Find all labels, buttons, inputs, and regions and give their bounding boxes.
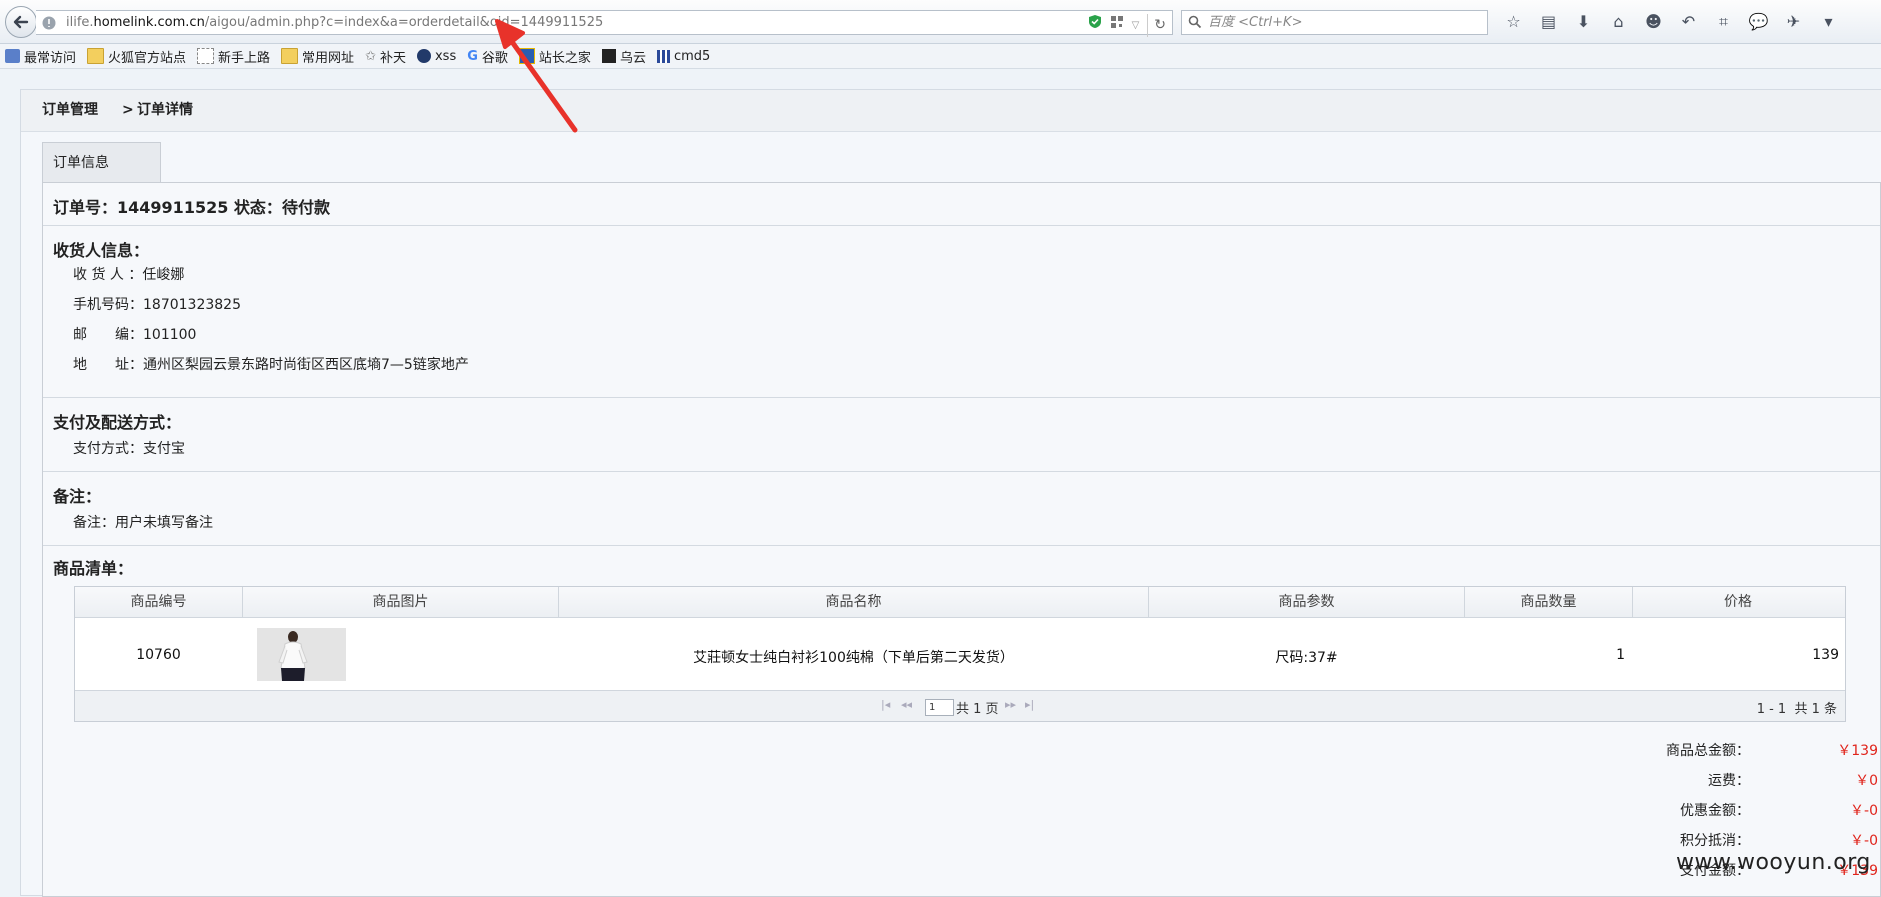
page-input[interactable]: 1: [925, 699, 954, 716]
remark-section: 备注： 备注：用户未填写备注: [43, 472, 1880, 546]
search-input[interactable]: 百度 <Ctrl+K>: [1181, 10, 1488, 35]
remark-heading: 备注：: [53, 487, 102, 506]
shield-icon[interactable]: [1088, 14, 1102, 37]
bookmark-common-sites[interactable]: 常用网址: [281, 47, 354, 66]
row-product-id: 10760: [136, 647, 181, 663]
receiver-heading: 收货人信息：: [53, 241, 150, 260]
qrcode-icon[interactable]: [1110, 14, 1124, 37]
receiver-section: 收货人信息： 收 货 人 ：任峻娜 手机号码：18701323825 邮 编：1…: [43, 226, 1880, 398]
col-price[interactable]: 价格: [1633, 587, 1843, 617]
shipping-label: 运费：: [1708, 773, 1750, 789]
reload-icon[interactable]: ↻: [1147, 14, 1166, 37]
payment-method: 支付方式：支付宝: [73, 441, 185, 457]
discount-value: ￥-0: [1850, 803, 1878, 819]
undo-icon[interactable]: ↶: [1671, 10, 1706, 33]
wooyun-logo-icon: [601, 49, 616, 63]
back-arrow-icon: [13, 15, 29, 29]
star-icon[interactable]: ☆: [1496, 10, 1531, 33]
col-product-id[interactable]: 商品编号: [75, 587, 243, 617]
row-product-price: 139: [1812, 647, 1839, 663]
chinaz-logo-icon: [518, 48, 535, 64]
shipping-value: ￥0: [1855, 773, 1878, 789]
table-pager: |◂ ◂◂ 1 共 1 页 ▸▸ ▸| 1 - 1 共 1 条: [75, 690, 1845, 721]
bookmark-firefox[interactable]: 火狐官方站点: [87, 47, 186, 66]
subtotal-label: 商品总金额：: [1666, 743, 1750, 759]
bookmark-most-visited[interactable]: 最常访问: [5, 47, 76, 66]
col-product-qty[interactable]: 商品数量: [1465, 587, 1633, 617]
bookmark-getting-started[interactable]: 新手上路: [197, 47, 270, 66]
col-product-param[interactable]: 商品参数: [1149, 587, 1465, 617]
last-page-icon[interactable]: ▸|: [1025, 698, 1034, 711]
products-heading: 商品清单：: [53, 559, 134, 578]
order-info-panel: 订单号：1449911525 状态：待付款 收货人信息： 收 货 人 ：任峻娜 …: [42, 182, 1881, 897]
next-page-icon[interactable]: ▸▸: [1005, 698, 1016, 711]
reading-list-icon[interactable]: ▤: [1531, 10, 1566, 33]
bookmark-butian[interactable]: ✩ 补天: [365, 47, 406, 66]
search-icon: [1188, 15, 1202, 29]
address-bar[interactable]: ilife.homelink.com.cn/aigou/admin.php?c=…: [36, 10, 1173, 37]
download-icon[interactable]: ⬇: [1566, 10, 1601, 33]
chat-icon[interactable]: ☻: [1636, 10, 1671, 33]
points-label: 积分抵消：: [1680, 833, 1750, 849]
row-product-param: 尺码:37#: [1275, 650, 1338, 666]
bookmark-wooyun[interactable]: 乌云: [601, 47, 646, 66]
crop-icon[interactable]: ⌗: [1706, 10, 1741, 33]
breadcrumb-current: 订单详情: [137, 102, 193, 118]
subtotal-value: ￥139: [1837, 743, 1878, 759]
table-header: 商品编号 商品图片 商品名称 商品参数 商品数量 价格: [75, 587, 1845, 618]
dropdown-arrow-icon[interactable]: ▽: [1132, 14, 1140, 37]
home-icon[interactable]: ⌂: [1601, 10, 1636, 33]
row-product-name: 艾莊顿女士纯白衬衫100纯棉（下单后第二天发货）: [693, 650, 1014, 666]
receiver-phone: 手机号码：18701323825: [73, 297, 241, 313]
payment-section: 支付及配送方式： 支付方式：支付宝: [43, 398, 1880, 472]
first-page-icon[interactable]: |◂: [881, 698, 890, 711]
folder-icon: [87, 48, 105, 64]
remark-text: 备注：用户未填写备注: [73, 515, 213, 531]
discount-label: 优惠金额：: [1680, 803, 1750, 819]
star-outline-icon: ✩: [365, 48, 376, 64]
pager-range: 1 - 1 共 1 条: [1756, 702, 1837, 717]
order-header-section: 订单号：1449911525 状态：待付款: [43, 183, 1880, 226]
comment-icon[interactable]: 💬: [1741, 10, 1776, 33]
product-photo-image: [257, 628, 346, 681]
page-icon: [197, 48, 215, 64]
points-value: ￥-0: [1850, 833, 1878, 849]
bookmark-page-icon: [5, 49, 20, 63]
bookmarks-bar: 最常访问 火狐官方站点 新手上路 常用网址 ✩ 补天 xss G 谷歌 站长之家 乌…: [0, 44, 1881, 69]
breadcrumb-separator: >: [122, 102, 134, 118]
breadcrumb: 订单管理 > 订单详情: [21, 90, 1881, 132]
back-button[interactable]: [5, 6, 37, 38]
extension-icon[interactable]: ✈: [1776, 10, 1811, 33]
bookmark-xss[interactable]: xss: [416, 49, 456, 64]
xss-logo-icon: [416, 49, 431, 63]
cmd5-grid-icon: [656, 49, 670, 63]
payment-heading: 支付及配送方式：: [53, 413, 182, 432]
bookmark-cmd5[interactable]: cmd5: [656, 49, 710, 64]
globe-icon[interactable]: [41, 15, 57, 39]
breadcrumb-parent[interactable]: 订单管理: [42, 90, 98, 131]
admin-page: 订单管理 > 订单详情 订单信息 订单号：1449911525 状态：待付款 收…: [20, 89, 1881, 897]
prev-page-icon[interactable]: ◂◂: [901, 698, 912, 711]
row-product-qty: 1: [1616, 647, 1625, 663]
menu-icon[interactable]: ▾: [1811, 10, 1846, 33]
browser-toolbar: ilife.homelink.com.cn/aigou/admin.php?c=…: [0, 0, 1881, 44]
url-text: ilife.homelink.com.cn/aigou/admin.php?c=…: [66, 15, 604, 30]
google-g-icon: G: [467, 48, 478, 64]
bookmark-chinaz[interactable]: 站长之家: [518, 47, 591, 66]
products-table: 商品编号 商品图片 商品名称 商品参数 商品数量 价格 10760 艾莊顿女士纯…: [74, 586, 1846, 722]
total-pages-text: 共 1 页: [956, 702, 999, 717]
tab-order-info[interactable]: 订单信息: [42, 142, 161, 183]
col-product-image[interactable]: 商品图片: [243, 587, 559, 617]
receiver-name: 收 货 人 ：任峻娜: [73, 267, 185, 283]
order-title: 订单号：1449911525 状态：待付款: [53, 198, 330, 217]
bookmark-google[interactable]: G 谷歌: [467, 47, 508, 66]
watermark: www.wooyun.org: [1676, 850, 1871, 875]
folder-icon: [281, 48, 299, 64]
product-thumbnail[interactable]: [257, 628, 346, 681]
receiver-zip: 邮 编：101100: [73, 327, 197, 343]
receiver-address: 地 址：通州区梨园云景东路时尚街区西区底墒7—5链家地产: [73, 357, 469, 373]
col-product-name[interactable]: 商品名称: [559, 587, 1149, 617]
